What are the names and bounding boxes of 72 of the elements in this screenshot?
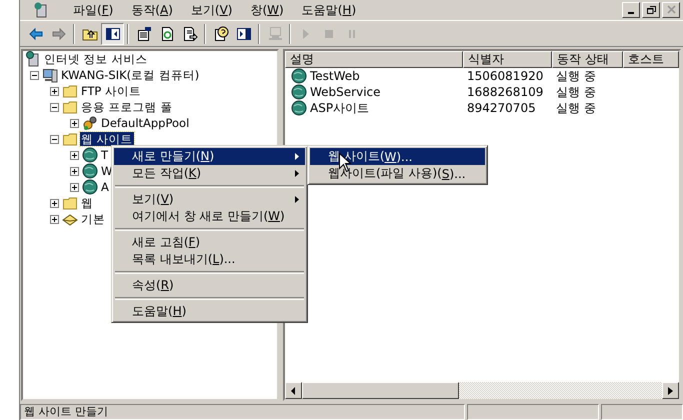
plus-box-icon[interactable] [70, 150, 79, 160]
minimize-button[interactable] [622, 2, 640, 18]
tree-item[interactable]: 인터넷 정보 서비스 [43, 52, 148, 66]
tree-item[interactable]: KWANG-SIK(로컬 컴퓨터) [60, 68, 200, 82]
table-cell-text: 실행 중 [555, 100, 597, 116]
menu-item[interactable]: 보기(V) [114, 191, 305, 208]
column-header[interactable]: 동작 상태 [552, 51, 623, 68]
menu-item[interactable]: 여기에서 창 새로 만들기(W) [114, 208, 305, 225]
tree-item[interactable]: T [100, 148, 110, 162]
gears-icon [82, 115, 98, 131]
submenu-arrow-icon [295, 196, 299, 203]
table-cell[interactable]: ASP사이트 [310, 100, 370, 116]
minimize-icon [628, 12, 634, 14]
folder-icon [62, 99, 78, 115]
plus-box-icon[interactable] [70, 118, 79, 128]
minus-box-icon[interactable] [30, 70, 39, 80]
table-cell-text: 894270705 [466, 101, 537, 115]
scroll-left-button[interactable] [285, 382, 302, 399]
menu-item[interactable]: 웹사이트(파일 사용)(S)... [310, 165, 485, 182]
table-cell-text: 실행 중 [555, 84, 597, 100]
menu-item[interactable]: 파일(F) [64, 2, 122, 18]
globe-icon [82, 163, 98, 179]
plus-box-icon[interactable] [70, 182, 79, 192]
plus-box-icon[interactable] [50, 214, 59, 224]
menu-item[interactable]: 목록 내보내기(L)... [114, 251, 305, 268]
menu-item[interactable]: 웹 사이트(W)... [310, 148, 485, 165]
scroll-right-button[interactable] [662, 382, 679, 399]
minus-box-icon[interactable] [50, 102, 59, 112]
plus-box-icon[interactable] [50, 198, 59, 208]
tree-pane-icon[interactable] [101, 22, 124, 44]
menu-item[interactable]: 새로 만들기(N) [114, 148, 305, 165]
table-cell[interactable]: WebService [310, 85, 381, 99]
folder-icon [62, 195, 78, 211]
plus-box-icon[interactable] [70, 166, 79, 176]
menu-item[interactable]: 창(W) [241, 2, 293, 18]
right-arrow-icon [668, 386, 673, 394]
globe-icon [82, 179, 98, 195]
table-cell[interactable]: TestWeb [310, 69, 360, 83]
menu-item[interactable]: 보기(V) [182, 2, 242, 18]
menu-item[interactable]: 도움말(H) [292, 2, 366, 18]
submenu-arrow-icon [295, 170, 299, 177]
scroll-thumb[interactable] [302, 382, 459, 399]
globe-icon [82, 147, 98, 163]
menu-item[interactable]: 모든 작업(K) [114, 165, 305, 182]
table-cell-text: 1506081920 [466, 69, 544, 83]
menu-item[interactable]: 새로 고침(F) [114, 234, 305, 251]
submenu-arrow-icon [295, 153, 299, 160]
status-text: 웹 사이트 만들기 [20, 404, 465, 420]
column-header[interactable]: 설명 [285, 51, 463, 68]
tree-item[interactable]: A [100, 180, 110, 194]
restore-button[interactable] [642, 2, 660, 18]
menu-item[interactable]: 도움말(H) [114, 303, 305, 320]
minus-box-icon[interactable] [50, 134, 59, 144]
column-header[interactable]: 호스트 [623, 51, 679, 68]
tree-item[interactable]: FTP 사이트 [80, 84, 142, 98]
column-header[interactable]: 식별자 [463, 51, 552, 68]
table-cell-text: 실행 중 [555, 68, 597, 84]
computer-icon [42, 67, 58, 83]
close-icon [666, 5, 676, 15]
folder-icon [62, 83, 78, 99]
tree-item[interactable]: 웹 [80, 196, 94, 210]
table-cell-text: 1688268109 [466, 85, 544, 99]
tree-item[interactable]: 응용 프로그램 풀 [80, 100, 174, 114]
tree-item[interactable]: 웹 사이트 [80, 132, 134, 146]
tree-item[interactable]: DefaultAppPool [100, 116, 190, 130]
left-arrow-icon [291, 386, 296, 394]
menu-item[interactable]: 속성(R) [114, 277, 305, 294]
restore-icon [646, 5, 656, 15]
folder-icon [62, 131, 78, 147]
plus-box-icon[interactable] [50, 86, 59, 96]
menu-item[interactable]: 동작(A) [122, 2, 182, 18]
tree-item[interactable]: 기본 [80, 212, 106, 226]
